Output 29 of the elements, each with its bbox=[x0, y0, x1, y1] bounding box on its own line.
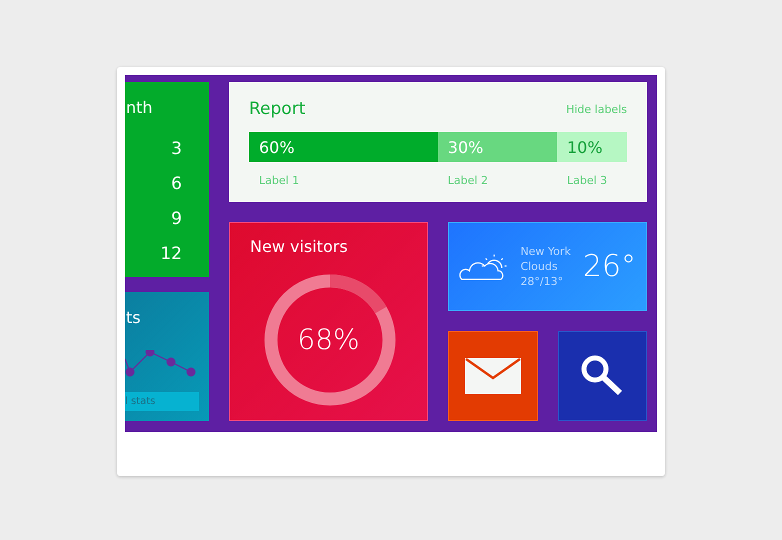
weather-condition: Clouds bbox=[520, 260, 559, 273]
weather-tile[interactable]: New York Clouds 28°/13° 26° bbox=[448, 222, 647, 311]
month-value: 9 bbox=[170, 208, 183, 231]
stats-label: l stats bbox=[125, 392, 199, 411]
bar-label: Label 1 bbox=[259, 174, 300, 187]
bar-segment: 60% bbox=[249, 132, 438, 162]
tile-title: nth bbox=[125, 98, 154, 119]
month-tile[interactable]: nth 3 6 9 12 bbox=[125, 82, 209, 277]
stats-tile[interactable]: ts l stats bbox=[125, 292, 209, 421]
visitors-tile[interactable]: New visitors 68% bbox=[229, 222, 428, 421]
month-value: 12 bbox=[159, 243, 183, 266]
search-tile[interactable] bbox=[558, 331, 647, 421]
month-value: 6 bbox=[170, 173, 183, 196]
weather-range: 28°/13° bbox=[520, 275, 564, 288]
visitors-percent: 68% bbox=[296, 323, 361, 356]
hide-labels-link[interactable]: Hide labels bbox=[566, 102, 627, 116]
cloud-sun-icon bbox=[459, 252, 508, 282]
bar-segment: 30% bbox=[438, 132, 557, 162]
bar-label: Label 2 bbox=[448, 174, 488, 187]
bar-label: Label 3 bbox=[567, 174, 608, 187]
tile-title: ts bbox=[125, 308, 142, 329]
envelope-icon bbox=[464, 358, 521, 394]
bar-segment: 10% bbox=[557, 132, 627, 162]
weather-temperature: 26° bbox=[582, 249, 636, 284]
report-title: Report bbox=[249, 99, 306, 119]
month-value: 3 bbox=[170, 138, 183, 161]
tile-title: New visitors bbox=[250, 237, 349, 256]
mail-tile[interactable] bbox=[448, 331, 538, 421]
weather-city: New York bbox=[520, 245, 571, 258]
